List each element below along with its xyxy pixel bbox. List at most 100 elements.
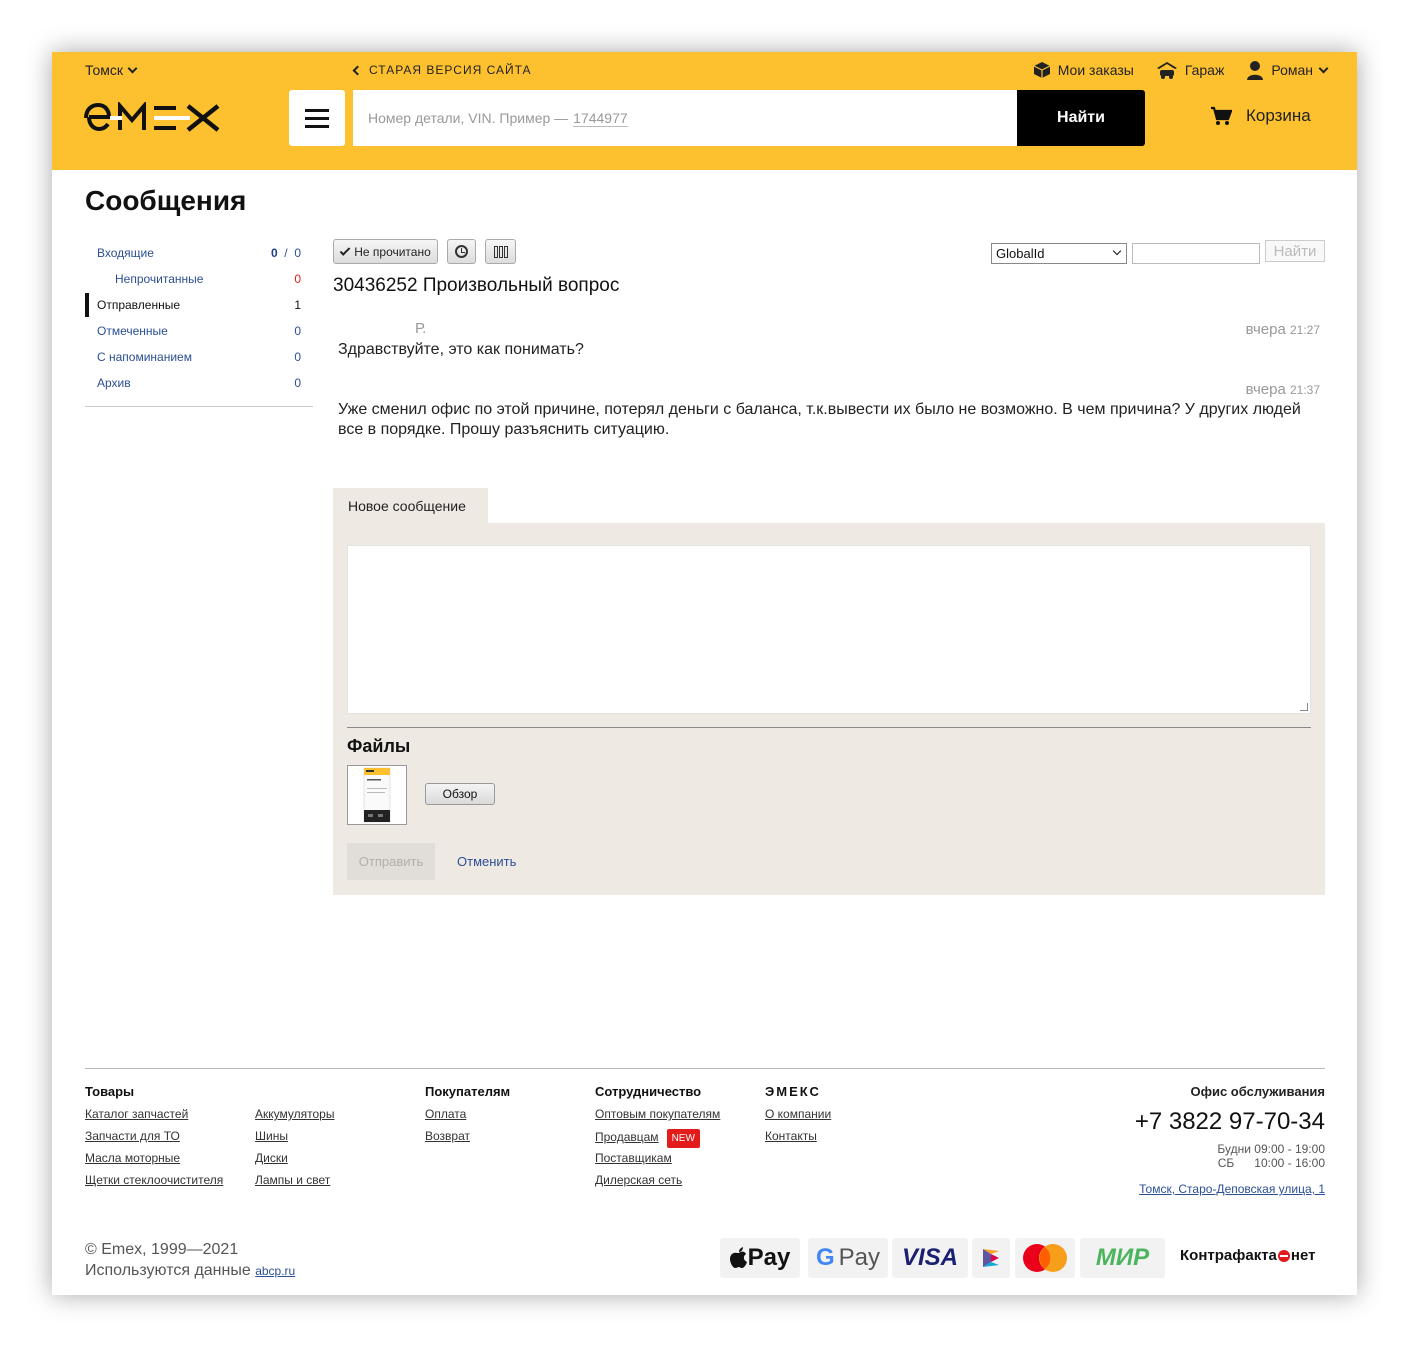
counterfeit-text: Контрафакта [1180, 1247, 1277, 1264]
footer-link[interactable]: Диски [255, 1151, 334, 1173]
footer-link[interactable]: Поставщикам [595, 1151, 720, 1173]
search-field-select[interactable]: GlobalId [991, 243, 1127, 264]
footer-link[interactable]: Каталог запчастей [85, 1107, 223, 1129]
google-pay-text: Pay [838, 1244, 881, 1271]
city-selector[interactable]: Томск [85, 62, 138, 78]
message-folders: Входящие 0 / 0 Непрочитанные 0 Отправлен… [85, 240, 313, 407]
nav-orders-label: Мои заказы [1057, 62, 1134, 78]
footer-heading: Покупателям [425, 1084, 511, 1099]
footer-emex: ЭМЕКС О компании Контакты [765, 1084, 831, 1151]
nav-garage[interactable]: Гараж [1156, 61, 1224, 79]
apple-icon [729, 1247, 747, 1268]
counterfeit-no-text: нет [1290, 1247, 1316, 1264]
footer-link-sellers[interactable]: Продавцам NEW [595, 1129, 720, 1151]
columns-button[interactable] [485, 239, 516, 264]
footer-link[interactable]: Оплата [425, 1107, 510, 1129]
footer-link[interactable]: Оптовым покупателям [595, 1107, 720, 1129]
message-search-button[interactable]: Найти [1265, 240, 1325, 262]
search-input[interactable]: Номер детали, VIN. Пример — 1744977 [353, 90, 1018, 146]
chevron-left-icon [352, 65, 363, 75]
abcp-link[interactable]: abcp.ru [255, 1264, 295, 1278]
office-phone[interactable]: +7 3822 97-70-34 [1135, 1108, 1325, 1136]
apple-pay-badge: Pay [720, 1238, 800, 1278]
folder-unread[interactable]: Непрочитанные 0 [85, 266, 313, 292]
send-button[interactable]: Отправить [347, 843, 435, 880]
mark-unread-button[interactable]: Не прочитано [333, 239, 438, 264]
compose-panel: Файлы Обзор Отправить Отменить [333, 523, 1325, 895]
footer-link[interactable]: Аккумуляторы [255, 1107, 334, 1129]
reminder-button[interactable] [447, 239, 476, 264]
data-used-text: Используются данные [85, 1262, 251, 1279]
footer-buyers: Покупателям Оплата Возврат [425, 1084, 510, 1151]
message-search-input[interactable] [1132, 243, 1260, 264]
copyright: © Emex, 1999—2021 Используются данные ab… [85, 1239, 295, 1282]
folder-inbox[interactable]: Входящие 0 / 0 [85, 240, 313, 266]
mark-unread-label: Не прочитано [354, 244, 431, 259]
message-timestamp: вчера 21:37 [1245, 381, 1320, 398]
google-pay-badge: G Pay [808, 1238, 888, 1278]
folder-sent[interactable]: Отправленные 1 [85, 292, 313, 318]
message-timestamp: вчера 21:27 [1245, 321, 1320, 338]
folder-label: Входящие [97, 246, 154, 260]
folder-count: 0 [294, 350, 301, 364]
mastercard-icon [1023, 1244, 1067, 1272]
city-label: Томск [85, 62, 123, 78]
search-button[interactable]: Найти [1017, 90, 1145, 146]
folder-reminders[interactable]: С напоминанием 0 [85, 344, 313, 370]
divider [347, 727, 1311, 728]
footer-heading: ЭМЕКС [765, 1084, 821, 1099]
attachment-thumbnail[interactable] [347, 765, 407, 825]
menu-button[interactable] [289, 90, 345, 146]
old-version-link[interactable]: СТАРАЯ ВЕРСИЯ САЙТА [352, 63, 532, 77]
mastercard-badge [1015, 1238, 1075, 1278]
footer-link[interactable]: Контакты [765, 1129, 831, 1151]
clock-icon [455, 245, 468, 258]
thread-title: 30436252 Произвольный вопрос [333, 275, 620, 296]
minus-circle-icon [1277, 1249, 1290, 1262]
search-example[interactable]: 1744977 [573, 110, 628, 127]
chevron-down-icon [1318, 63, 1329, 73]
footer-heading: Сотрудничество [595, 1084, 702, 1099]
mir-badge: МИР [1080, 1238, 1165, 1278]
apple-pay-text: Pay [747, 1244, 791, 1271]
top-nav: Мои заказы Гараж Роман [1033, 60, 1329, 80]
nav-user-menu[interactable]: Роман [1246, 60, 1329, 80]
folder-label: С напоминанием [97, 350, 192, 364]
footer-link[interactable]: Дилерская сеть [595, 1173, 720, 1195]
screenshot-thumbnail-image [363, 767, 391, 823]
cart-label: Корзина [1246, 106, 1311, 125]
counterfeit-badge: Контрафакта нет [1180, 1247, 1315, 1264]
tab-new-message[interactable]: Новое сообщение [333, 488, 488, 524]
folder-count: 0 [294, 324, 301, 338]
sbp-badge [972, 1238, 1010, 1278]
footer-link[interactable]: Шины [255, 1129, 334, 1151]
footer-goods: Товары Каталог запчастей Запчасти для ТО… [85, 1084, 223, 1195]
footer-office: Офис обслуживания +7 3822 97-70-34 Будни… [1135, 1084, 1325, 1196]
folder-archive[interactable]: Архив 0 [85, 370, 313, 396]
footer-link[interactable]: О компании [765, 1107, 831, 1129]
folder-flagged[interactable]: Отмеченные 0 [85, 318, 313, 344]
browser-window: Томск СТАРАЯ ВЕРСИЯ САЙТА Мои заказы Гар… [52, 52, 1357, 1295]
emex-logo[interactable] [84, 102, 224, 134]
footer-link[interactable]: Возврат [425, 1129, 510, 1151]
footer-link[interactable]: Запчасти для ТО [85, 1129, 223, 1151]
message-author: Р. [415, 320, 427, 337]
footer-link[interactable]: Лампы и свет [255, 1173, 334, 1195]
browse-button[interactable]: Обзор [425, 783, 495, 805]
cart-link[interactable]: Корзина [1210, 106, 1311, 126]
site-header: Томск СТАРАЯ ВЕРСИЯ САЙТА Мои заказы Гар… [52, 52, 1357, 170]
resize-grip-icon[interactable] [1300, 703, 1308, 711]
old-version-label: СТАРАЯ ВЕРСИЯ САЙТА [369, 63, 532, 77]
chevron-down-icon [1112, 246, 1122, 256]
office-address-link[interactable]: Томск, Старо-Деповская улица, 1 [1135, 1182, 1325, 1196]
message-textarea[interactable] [347, 545, 1311, 714]
cancel-link[interactable]: Отменить [457, 854, 516, 869]
office-heading: Офис обслуживания [1190, 1084, 1325, 1099]
cart-icon [1211, 106, 1232, 125]
folder-label: Архив [97, 376, 131, 390]
footer-cooperation: Сотрудничество Оптовым покупателям Прода… [595, 1084, 720, 1195]
nav-orders[interactable]: Мои заказы [1033, 61, 1134, 79]
footer-link[interactable]: Масла моторные [85, 1151, 223, 1173]
footer-link[interactable]: Щетки стеклоочистителя [85, 1173, 223, 1195]
footer-heading: Товары [85, 1084, 135, 1099]
